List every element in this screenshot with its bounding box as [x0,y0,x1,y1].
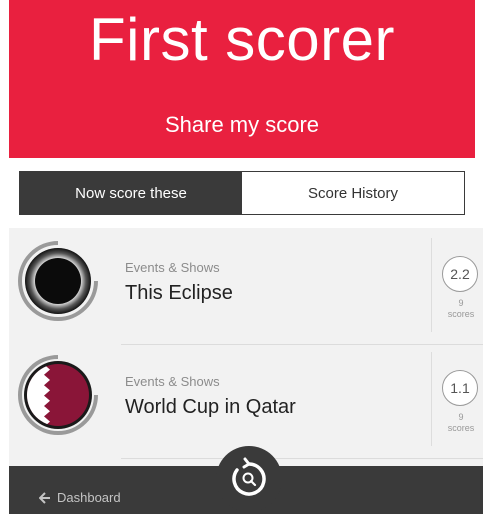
item-title: This Eclipse [125,282,233,304]
item-category: Events & Shows [125,374,220,389]
score-column: 1.1 9 scores [431,352,483,446]
score-badge: 1.1 [442,370,478,406]
tab-score-history[interactable]: Score History [242,172,464,214]
list-item[interactable]: Events & Shows World Cup in Qatar 1.1 9 … [9,346,483,459]
score-count-label: scores [447,423,475,433]
score-count: 9 scores [438,298,483,320]
item-title: World Cup in Qatar [125,396,296,418]
page-title: First scorer [89,6,395,73]
eclipse-icon [18,241,98,321]
tab-bar: Now score these Score History [19,171,465,215]
row-divider [121,458,483,459]
search-action-button[interactable] [216,446,282,512]
score-count-number: 9 [458,412,464,422]
search-refresh-icon [232,457,266,496]
dashboard-label: Dashboard [57,490,121,505]
score-count: 9 scores [438,412,483,434]
score-column: 2.2 9 scores [431,238,483,332]
hero-banner: First scorer Share my score [9,0,475,158]
item-category: Events & Shows [125,260,220,275]
arrow-left-icon [39,491,50,504]
list-item[interactable]: Events & Shows This Eclipse 2.2 9 scores [9,232,483,345]
row-divider [121,344,483,345]
score-count-number: 9 [458,298,464,308]
score-badge: 2.2 [442,256,478,292]
bottom-bar: Dashboard [9,446,483,514]
share-score-button[interactable]: Share my score [9,110,475,140]
tab-now-score-these[interactable]: Now score these [20,172,242,214]
dashboard-back-link[interactable]: Dashboard [39,490,121,505]
score-count-label: scores [447,309,475,319]
qatar-flag-icon [18,355,98,435]
score-list: Events & Shows This Eclipse 2.2 9 scores… [9,228,483,466]
